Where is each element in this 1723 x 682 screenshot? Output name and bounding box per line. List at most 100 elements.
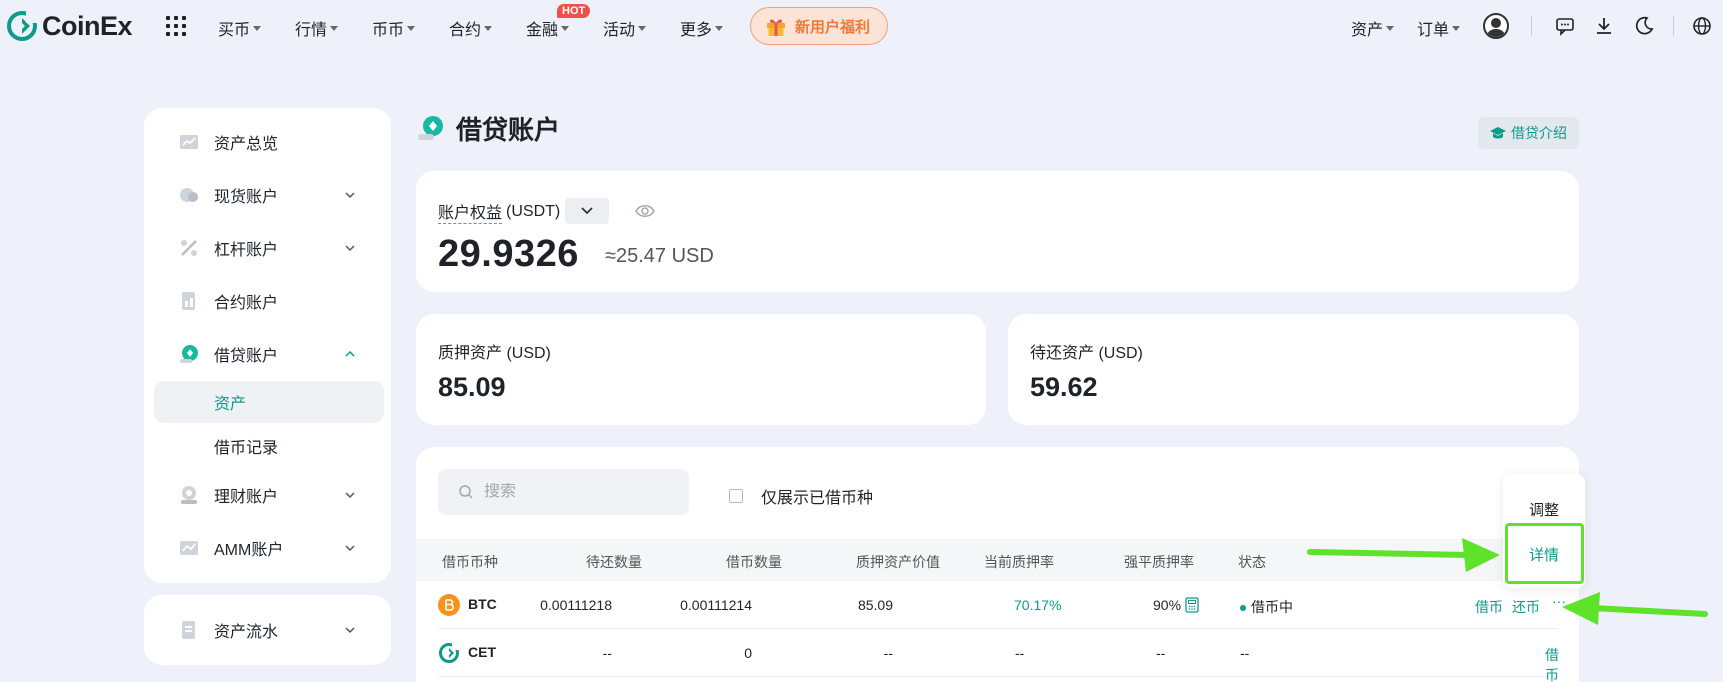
equity-unit-dropdown[interactable]	[565, 198, 609, 224]
borrowed-only-filter[interactable]: 仅展示已借币种	[729, 484, 873, 508]
sidebar-item-overview[interactable]: 资产总览	[144, 127, 391, 157]
table-row: CET -- 0 -- -- -- -- 借币	[438, 629, 1559, 682]
brand-name: CoinEx	[42, 10, 133, 41]
pending-repay-card: 待还资产 (USD) 59.62	[1008, 314, 1579, 425]
loan-intro-button[interactable]: 借贷介绍	[1478, 117, 1579, 149]
promo-label: 新用户福利	[795, 18, 871, 36]
futures-doc-icon	[182, 292, 195, 310]
sidebar-item-spot[interactable]: 现货账户	[144, 180, 391, 210]
top-nav: CoinEx 买币 行情 币币 合约 金融 HOT 活动 更多 新用户福利 资产…	[0, 0, 1723, 52]
page-title: 借贷账户	[456, 115, 561, 145]
caret-down-icon	[330, 26, 339, 31]
equity-value: 29.9326	[438, 233, 579, 275]
page-header: 借贷账户	[416, 110, 560, 147]
liquidation-ratio: 90%	[1153, 597, 1182, 613]
sidebar-item-loan[interactable]: 借贷账户	[144, 339, 391, 369]
caret-down-icon	[484, 26, 493, 31]
equity-approx-usd: ≈25.47 USD	[605, 245, 714, 267]
coin-name: CET	[468, 644, 496, 660]
nav-finance[interactable]: 金融	[526, 16, 570, 40]
coinex-logo[interactable]: CoinEx	[6, 10, 133, 42]
search-icon	[459, 485, 473, 499]
more-actions-button[interactable]: ···	[1552, 593, 1566, 609]
collateral-value: --	[883, 645, 893, 661]
col-status: 状态	[1238, 554, 1266, 570]
repay-button[interactable]: 还币	[1512, 597, 1540, 617]
status-badge: 借币中	[1240, 597, 1293, 617]
sidebar-item-amm[interactable]: AMM账户	[144, 533, 391, 563]
sidebar-item-futures[interactable]: 合约账户	[144, 286, 391, 316]
pending-label: 待还资产 (USD)	[1030, 345, 1143, 362]
pending-value: 59.62	[1030, 372, 1098, 402]
sidebar-item-earn[interactable]: 理财账户	[144, 480, 391, 510]
table-row: BTC 0.00111218 0.00111214 85.09 70.17% 9…	[438, 581, 1566, 629]
chart-overview-icon	[180, 135, 198, 149]
borrow-amount: 0	[744, 645, 752, 661]
col-collateral-value: 质押资产价值	[856, 554, 940, 570]
nav-futures[interactable]: 合约	[449, 16, 493, 40]
borrowed-only-checkbox[interactable]	[729, 489, 743, 503]
nav-orders[interactable]: 订单	[1417, 16, 1461, 40]
nav-activities[interactable]: 活动	[603, 16, 647, 40]
caret-down-icon	[638, 26, 647, 31]
chevron-down-icon	[345, 245, 355, 252]
equity-label: 账户权益 (USDT)	[438, 199, 560, 224]
current-ratio: 70.17%	[1014, 597, 1062, 613]
nav-spot[interactable]: 币币	[372, 16, 416, 40]
account-sidebar: 资产总览 现货账户 杠杆账户 合约账户 借贷账户 资产 借币记录 理财账户 AM…	[144, 108, 391, 583]
pending-amount: --	[602, 645, 612, 661]
col-current-ratio: 当前质押率	[984, 554, 1054, 570]
borrow-button[interactable]: 借币	[1475, 597, 1503, 617]
borrow-amount: 0.00111214	[680, 597, 752, 613]
nav-more[interactable]: 更多	[680, 16, 724, 40]
account-equity-card: 账户权益 (USDT) 29.9326 ≈25.47 USD	[416, 171, 1579, 292]
current-ratio: --	[1015, 645, 1025, 661]
calculator-icon[interactable]	[1185, 597, 1199, 613]
user-avatar[interactable]	[1483, 13, 1509, 39]
globe-language-icon[interactable]	[1692, 16, 1712, 36]
download-icon[interactable]	[1594, 16, 1614, 36]
chevron-up-icon	[345, 350, 355, 357]
collateral-label: 质押资产 (USD)	[438, 345, 551, 362]
chevron-down-icon	[345, 545, 355, 552]
collateral-assets-card: 质押资产 (USD) 85.09	[416, 314, 986, 425]
sidebar-item-margin[interactable]: 杠杆账户	[144, 233, 391, 263]
nav-buy-crypto[interactable]: 买币	[218, 16, 262, 40]
dark-mode-moon-icon[interactable]	[1634, 16, 1654, 36]
hot-badge: HOT	[557, 4, 591, 18]
sidebar-subitem-assets[interactable]: 资产	[154, 381, 384, 423]
asset-history-doc-icon	[182, 621, 195, 639]
menu-item-adjust[interactable]: 调整	[1503, 499, 1585, 520]
arrow-to-more-button-icon	[1562, 592, 1708, 625]
search-box	[438, 469, 689, 515]
nav-markets[interactable]: 行情	[295, 16, 339, 40]
liquidation-ratio: --	[1156, 645, 1166, 661]
sidebar-subitem-borrow-records[interactable]: 借币记录	[154, 425, 384, 467]
chevron-down-icon	[345, 492, 355, 499]
col-borrow-coin: 借币币种	[442, 554, 498, 570]
caret-down-icon	[407, 26, 416, 31]
spot-coins-icon	[180, 188, 198, 202]
sidebar-item-asset-history[interactable]: 资产流水	[144, 615, 391, 645]
new-user-promo-button[interactable]: 新用户福利	[750, 7, 888, 45]
apps-grid-icon[interactable]	[166, 16, 186, 36]
margin-percent-icon	[181, 240, 197, 256]
caret-down-icon	[715, 26, 724, 31]
message-icon[interactable]	[1555, 16, 1575, 36]
pending-amount: 0.00111218	[540, 597, 612, 613]
earn-account-icon	[181, 486, 197, 504]
gift-icon	[767, 19, 785, 36]
cet-coin-icon	[439, 643, 460, 663]
loan-coin-icon	[180, 345, 198, 363]
search-input[interactable]	[484, 483, 674, 501]
caret-down-icon	[1452, 26, 1461, 31]
loan-account-icon	[418, 115, 443, 140]
caret-down-icon	[561, 26, 570, 31]
chevron-down-icon	[581, 207, 593, 215]
sidebar-bottom-panel: 资产流水	[144, 595, 391, 665]
chevron-down-icon	[345, 627, 355, 634]
borrow-button[interactable]: 借币	[1545, 645, 1559, 682]
eye-visibility-icon[interactable]	[634, 201, 656, 221]
nav-assets[interactable]: 资产	[1351, 16, 1395, 40]
divider	[1531, 16, 1532, 36]
